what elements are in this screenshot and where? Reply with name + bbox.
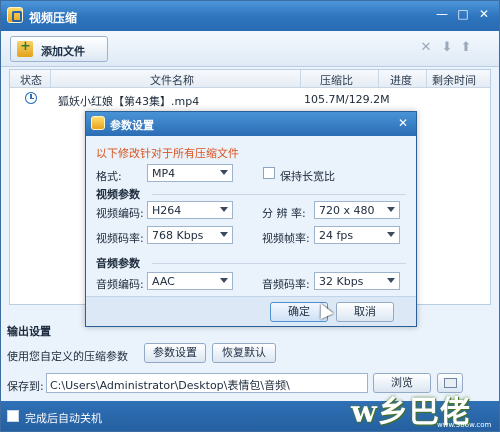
- divider: [152, 194, 406, 195]
- maximize-button[interactable]: □: [452, 5, 474, 23]
- format-label: 格式:: [96, 170, 122, 183]
- chevron-down-icon: [387, 278, 395, 283]
- table-row[interactable]: 狐妖小红娘【第43集】.mp4 105.7M/129.2M: [10, 89, 490, 109]
- output-settings-title: 输出设置: [7, 325, 51, 338]
- params-settings-button[interactable]: 参数设置: [144, 343, 206, 363]
- video-codec-value: H264: [152, 204, 182, 217]
- resolution-value: 720 x 480: [319, 204, 375, 217]
- move-down-icon[interactable]: ⬇: [440, 41, 454, 55]
- toolbar: 添加文件 ✕ ⬇ ⬆: [1, 31, 499, 67]
- chevron-down-icon: [220, 278, 228, 283]
- video-bitrate-label: 视频码率:: [96, 232, 144, 245]
- file-ratio: 105.7M/129.2M: [304, 93, 390, 106]
- chevron-down-icon: [387, 232, 395, 237]
- audio-bitrate-label: 音频码率:: [262, 278, 310, 291]
- frame-rate-label: 视频帧率:: [262, 232, 310, 245]
- file-name: 狐妖小红娘【第43集】.mp4: [58, 95, 200, 108]
- format-select[interactable]: MP4: [147, 164, 233, 182]
- title-bar[interactable]: 视频压缩 — □ ✕: [1, 1, 499, 31]
- add-file-button[interactable]: 添加文件: [10, 36, 108, 62]
- column-divider: [378, 70, 379, 88]
- watermark-url: www.386w.com: [437, 421, 492, 429]
- video-params-group: 视频参数: [96, 188, 140, 201]
- audio-codec-value: AAC: [152, 275, 175, 288]
- audio-codec-label: 音频编码:: [96, 278, 144, 291]
- col-progress[interactable]: 进度: [390, 72, 412, 88]
- params-label: 使用您自定义的压缩参数: [7, 350, 128, 363]
- file-list-header: 状态 文件名称 压缩比 进度 剩余时间: [10, 70, 490, 88]
- video-bitrate-value: 768 Kbps: [152, 229, 204, 242]
- main-window: 视频压缩 — □ ✕ 添加文件 ✕ ⬇ ⬆ 状态 文件名称 压缩比 进度 剩余时…: [0, 0, 500, 432]
- add-file-icon: [17, 39, 33, 57]
- video-codec-label: 视频编码:: [96, 207, 144, 220]
- save-path-field[interactable]: C:\Users\Administrator\Desktop\表情包\音频\: [46, 373, 368, 393]
- add-file-label: 添加文件: [41, 45, 85, 58]
- dialog-title-bar[interactable]: 参数设置 ✕: [86, 112, 416, 136]
- dialog-close-button[interactable]: ✕: [398, 116, 408, 130]
- minimize-button[interactable]: —: [431, 5, 453, 23]
- cancel-button[interactable]: 取消: [336, 302, 394, 322]
- chevron-down-icon: [387, 207, 395, 212]
- save-to-label: 保存到:: [7, 380, 44, 393]
- chevron-down-icon: [220, 170, 228, 175]
- col-filename[interactable]: 文件名称: [150, 72, 194, 88]
- chevron-down-icon: [220, 232, 228, 237]
- column-divider: [426, 70, 427, 88]
- shutdown-checkbox[interactable]: [7, 410, 19, 422]
- params-dialog: 参数设置 ✕ 以下修改针对于所有压缩文件 格式: MP4 保持长宽比 视频参数 …: [85, 111, 417, 327]
- move-up-icon[interactable]: ⬆: [459, 41, 473, 55]
- chevron-down-icon: [220, 207, 228, 212]
- audio-codec-select[interactable]: AAC: [147, 272, 233, 290]
- dialog-app-icon: [91, 116, 105, 130]
- notice-text: 以下修改针对于所有压缩文件: [96, 147, 239, 160]
- resolution-label: 分 辨 率:: [262, 207, 306, 220]
- audio-bitrate-select[interactable]: 32 Kbps: [314, 272, 400, 290]
- window-title: 视频压缩: [29, 11, 78, 25]
- divider: [152, 263, 406, 264]
- reset-default-button[interactable]: 恢复默认: [212, 343, 276, 363]
- col-remaining[interactable]: 剩余时间: [432, 72, 476, 88]
- audio-bitrate-value: 32 Kbps: [319, 275, 364, 288]
- frame-rate-select[interactable]: 24 fps: [314, 226, 400, 244]
- column-divider: [300, 70, 301, 88]
- video-codec-select[interactable]: H264: [147, 201, 233, 219]
- keep-ratio-checkbox[interactable]: [263, 167, 275, 179]
- format-value: MP4: [152, 167, 176, 180]
- frame-rate-value: 24 fps: [319, 229, 354, 242]
- resolution-select[interactable]: 720 x 480: [314, 201, 400, 219]
- shutdown-label[interactable]: 完成后自动关机: [25, 410, 102, 426]
- video-bitrate-select[interactable]: 768 Kbps: [147, 226, 233, 244]
- close-window-button[interactable]: ✕: [473, 5, 495, 23]
- keep-ratio-label[interactable]: 保持长宽比: [280, 168, 335, 184]
- col-ratio[interactable]: 压缩比: [320, 72, 353, 88]
- column-divider: [50, 70, 51, 88]
- col-status[interactable]: 状态: [20, 72, 42, 88]
- clock-icon: [25, 92, 37, 104]
- app-icon: [7, 7, 23, 23]
- dialog-title: 参数设置: [110, 119, 154, 132]
- audio-params-group: 音频参数: [96, 257, 140, 270]
- remove-icon[interactable]: ✕: [419, 41, 433, 55]
